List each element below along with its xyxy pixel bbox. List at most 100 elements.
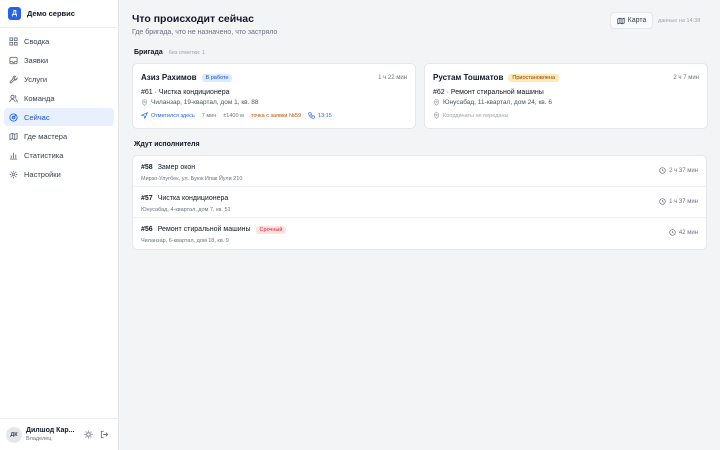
request-title: #57 Чистка кондиционера xyxy=(141,193,698,204)
updated-timestamp: данные на 14:38 xyxy=(658,18,701,24)
list-item[interactable]: #58 Замер окон Мирзо-Улугбек, ул. Буюк И… xyxy=(133,156,706,187)
users-icon xyxy=(9,94,18,103)
sidebar-item-services[interactable]: Услуги xyxy=(4,70,114,88)
theme-toggle-button[interactable] xyxy=(82,429,94,441)
brand-name: Демо сервис xyxy=(27,9,75,18)
request-address: Мирзо-Улугбек, ул. Буюк Ипак Йули 210 xyxy=(141,176,243,182)
map-icon xyxy=(9,132,18,141)
sidebar-item-label: Где мастера xyxy=(24,131,68,141)
list-item[interactable]: #56 Ремонт стиральной машины Срочный Чил… xyxy=(133,218,706,249)
checkin-label: Отметился здесь xyxy=(151,112,195,119)
request-number: #56 xyxy=(141,226,153,233)
request-title: #58 Замер окон xyxy=(141,162,698,173)
wait-time-text: 42 мин xyxy=(678,229,698,236)
checkin-link[interactable]: Отметился здесь xyxy=(141,112,195,119)
call-time[interactable]: 13:15 xyxy=(308,112,332,119)
list-item[interactable]: #57 Чистка кондиционера Юнусабад, 4-квар… xyxy=(133,187,706,218)
clock-icon xyxy=(659,198,669,205)
coords-note-text: Координаты не переданы xyxy=(443,112,509,119)
unassigned-list: #58 Замер окон Мирзо-Улугбек, ул. Буюк И… xyxy=(132,155,707,250)
pin-icon xyxy=(433,99,443,106)
sidebar-item-now[interactable]: Сейчас xyxy=(4,108,114,126)
request-address: Юнусабад, 4-квартал, дом 7, кв. 51 xyxy=(141,207,231,213)
request-name: Чистка кондиционера xyxy=(157,195,229,202)
sidebar-nav: Сводка Заявки Услуги Команда Сейчас Где … xyxy=(0,28,118,183)
request-name: Замер окон xyxy=(157,164,196,171)
radar-icon xyxy=(9,112,18,122)
job-address: Юнусабад, 11-квартал, дом 24, кв. 6 xyxy=(433,99,699,106)
inbox-icon xyxy=(9,56,18,65)
clock-icon xyxy=(659,167,669,174)
job-address: Чиланзар, 19-квартал, дом 1, кв. 88 xyxy=(141,99,407,106)
sidebar-item-stats[interactable]: Статистика xyxy=(4,146,114,164)
wrench-icon xyxy=(9,74,18,84)
wait-time-text: 1 ч 37 мин xyxy=(669,198,698,205)
work-duration: 2 ч 7 мин xyxy=(673,74,699,81)
request-number: #57 xyxy=(141,195,153,202)
crew-title: Бригада xyxy=(134,49,163,56)
page-title: Что происходит сейчас xyxy=(132,13,254,25)
user-role: Владелец xyxy=(26,436,52,442)
sidebar-item-masters-map[interactable]: Где мастера xyxy=(4,127,114,145)
worker-name: Азиз Рахимов xyxy=(141,73,197,82)
request-address: Чиланзар, 6-квартал, дом 18, кв. 9 xyxy=(141,238,229,244)
bar-chart-icon xyxy=(9,151,18,160)
sidebar: Д Демо сервис Сводка Заявки Услуги Коман… xyxy=(0,0,119,450)
user-panel: ДК Дилшод Кар... Владелец xyxy=(0,418,118,450)
queue-section-title: Ждут исполнителя xyxy=(134,141,200,148)
avatar[interactable]: ДК xyxy=(6,426,22,443)
brand-logo: Д xyxy=(8,7,21,20)
worker-card[interactable]: Рустам Тошматов Приостановлена 2 ч 7 мин… xyxy=(424,63,708,129)
request-number: #58 xyxy=(141,164,153,171)
sidebar-item-summary[interactable]: Сводка xyxy=(4,32,114,50)
wait-time: 1 ч 37 мин xyxy=(659,198,698,205)
sidebar-item-label: Сводка xyxy=(24,36,50,46)
wait-time: 2 ч 37 мин xyxy=(659,167,698,174)
map-icon xyxy=(617,17,628,25)
clock-icon xyxy=(669,229,679,236)
wait-time: 42 мин xyxy=(669,229,698,236)
map-button[interactable]: Карта xyxy=(610,12,653,29)
coords-note: Координаты не переданы xyxy=(433,112,508,119)
wait-time-text: 2 ч 37 мин xyxy=(669,167,698,174)
pin-icon xyxy=(433,112,443,119)
address-text: Юнусабад, 11-квартал, дом 24, кв. 6 xyxy=(443,99,552,106)
checkin-ago: 7 мин xyxy=(201,112,217,119)
request-title: #56 Ремонт стиральной машины Срочный xyxy=(141,224,698,235)
sidebar-item-label: Сейчас xyxy=(24,112,50,122)
sidebar-item-team[interactable]: Команда xyxy=(4,89,114,107)
brand[interactable]: Д Демо сервис xyxy=(0,0,118,28)
crew-section-title: Бригада без отметки: 1 xyxy=(134,49,205,56)
job-title[interactable]: #62 · Ремонт стиральной машины xyxy=(433,89,699,96)
worker-name: Рустам Тошматов xyxy=(433,73,504,82)
call-time-text: 13:15 xyxy=(318,112,332,119)
sidebar-item-label: Заявки xyxy=(24,55,49,65)
sidebar-item-label: Услуги xyxy=(24,74,48,84)
status-badge: Приостановлена xyxy=(508,73,560,82)
gps-accuracy: ±1400 м xyxy=(223,112,244,119)
phone-icon xyxy=(308,112,318,119)
request-name: Ремонт стиральной машины xyxy=(157,226,251,233)
user-info: Дилшод Кар... Владелец xyxy=(26,427,78,442)
sun-icon xyxy=(83,426,93,444)
status-badge: В работе xyxy=(201,73,233,82)
sidebar-item-label: Команда xyxy=(24,93,55,103)
worker-card[interactable]: Азиз Рахимов В работе 1 ч 22 мин #61 · Ч… xyxy=(132,63,416,129)
pin-icon xyxy=(141,99,151,106)
urgent-badge: Срочный xyxy=(255,225,287,234)
sidebar-item-settings[interactable]: Настройки xyxy=(4,165,114,183)
sidebar-item-label: Настройки xyxy=(24,169,61,179)
page-subtitle: Где бригада, что не назначено, что застр… xyxy=(132,29,278,36)
logout-button[interactable] xyxy=(98,429,110,441)
worker-card-header: Рустам Тошматов Приостановлена 2 ч 7 мин xyxy=(433,72,699,83)
worker-card-header: Азиз Рахимов В работе 1 ч 22 мин xyxy=(141,72,407,83)
address-text: Чиланзар, 19-квартал, дом 1, кв. 88 xyxy=(151,99,259,106)
job-title[interactable]: #61 · Чистка кондиционера xyxy=(141,89,407,96)
map-button-label: Карта xyxy=(627,17,647,24)
gear-icon xyxy=(9,170,18,179)
checkin-meta: Отметился здесь 7 мин ±1400 м точка с за… xyxy=(141,112,407,119)
user-name: Дилшод Кар... xyxy=(26,427,75,434)
navigation-icon xyxy=(141,112,151,119)
work-duration: 1 ч 22 мин xyxy=(378,74,407,81)
sidebar-item-requests[interactable]: Заявки xyxy=(4,51,114,69)
